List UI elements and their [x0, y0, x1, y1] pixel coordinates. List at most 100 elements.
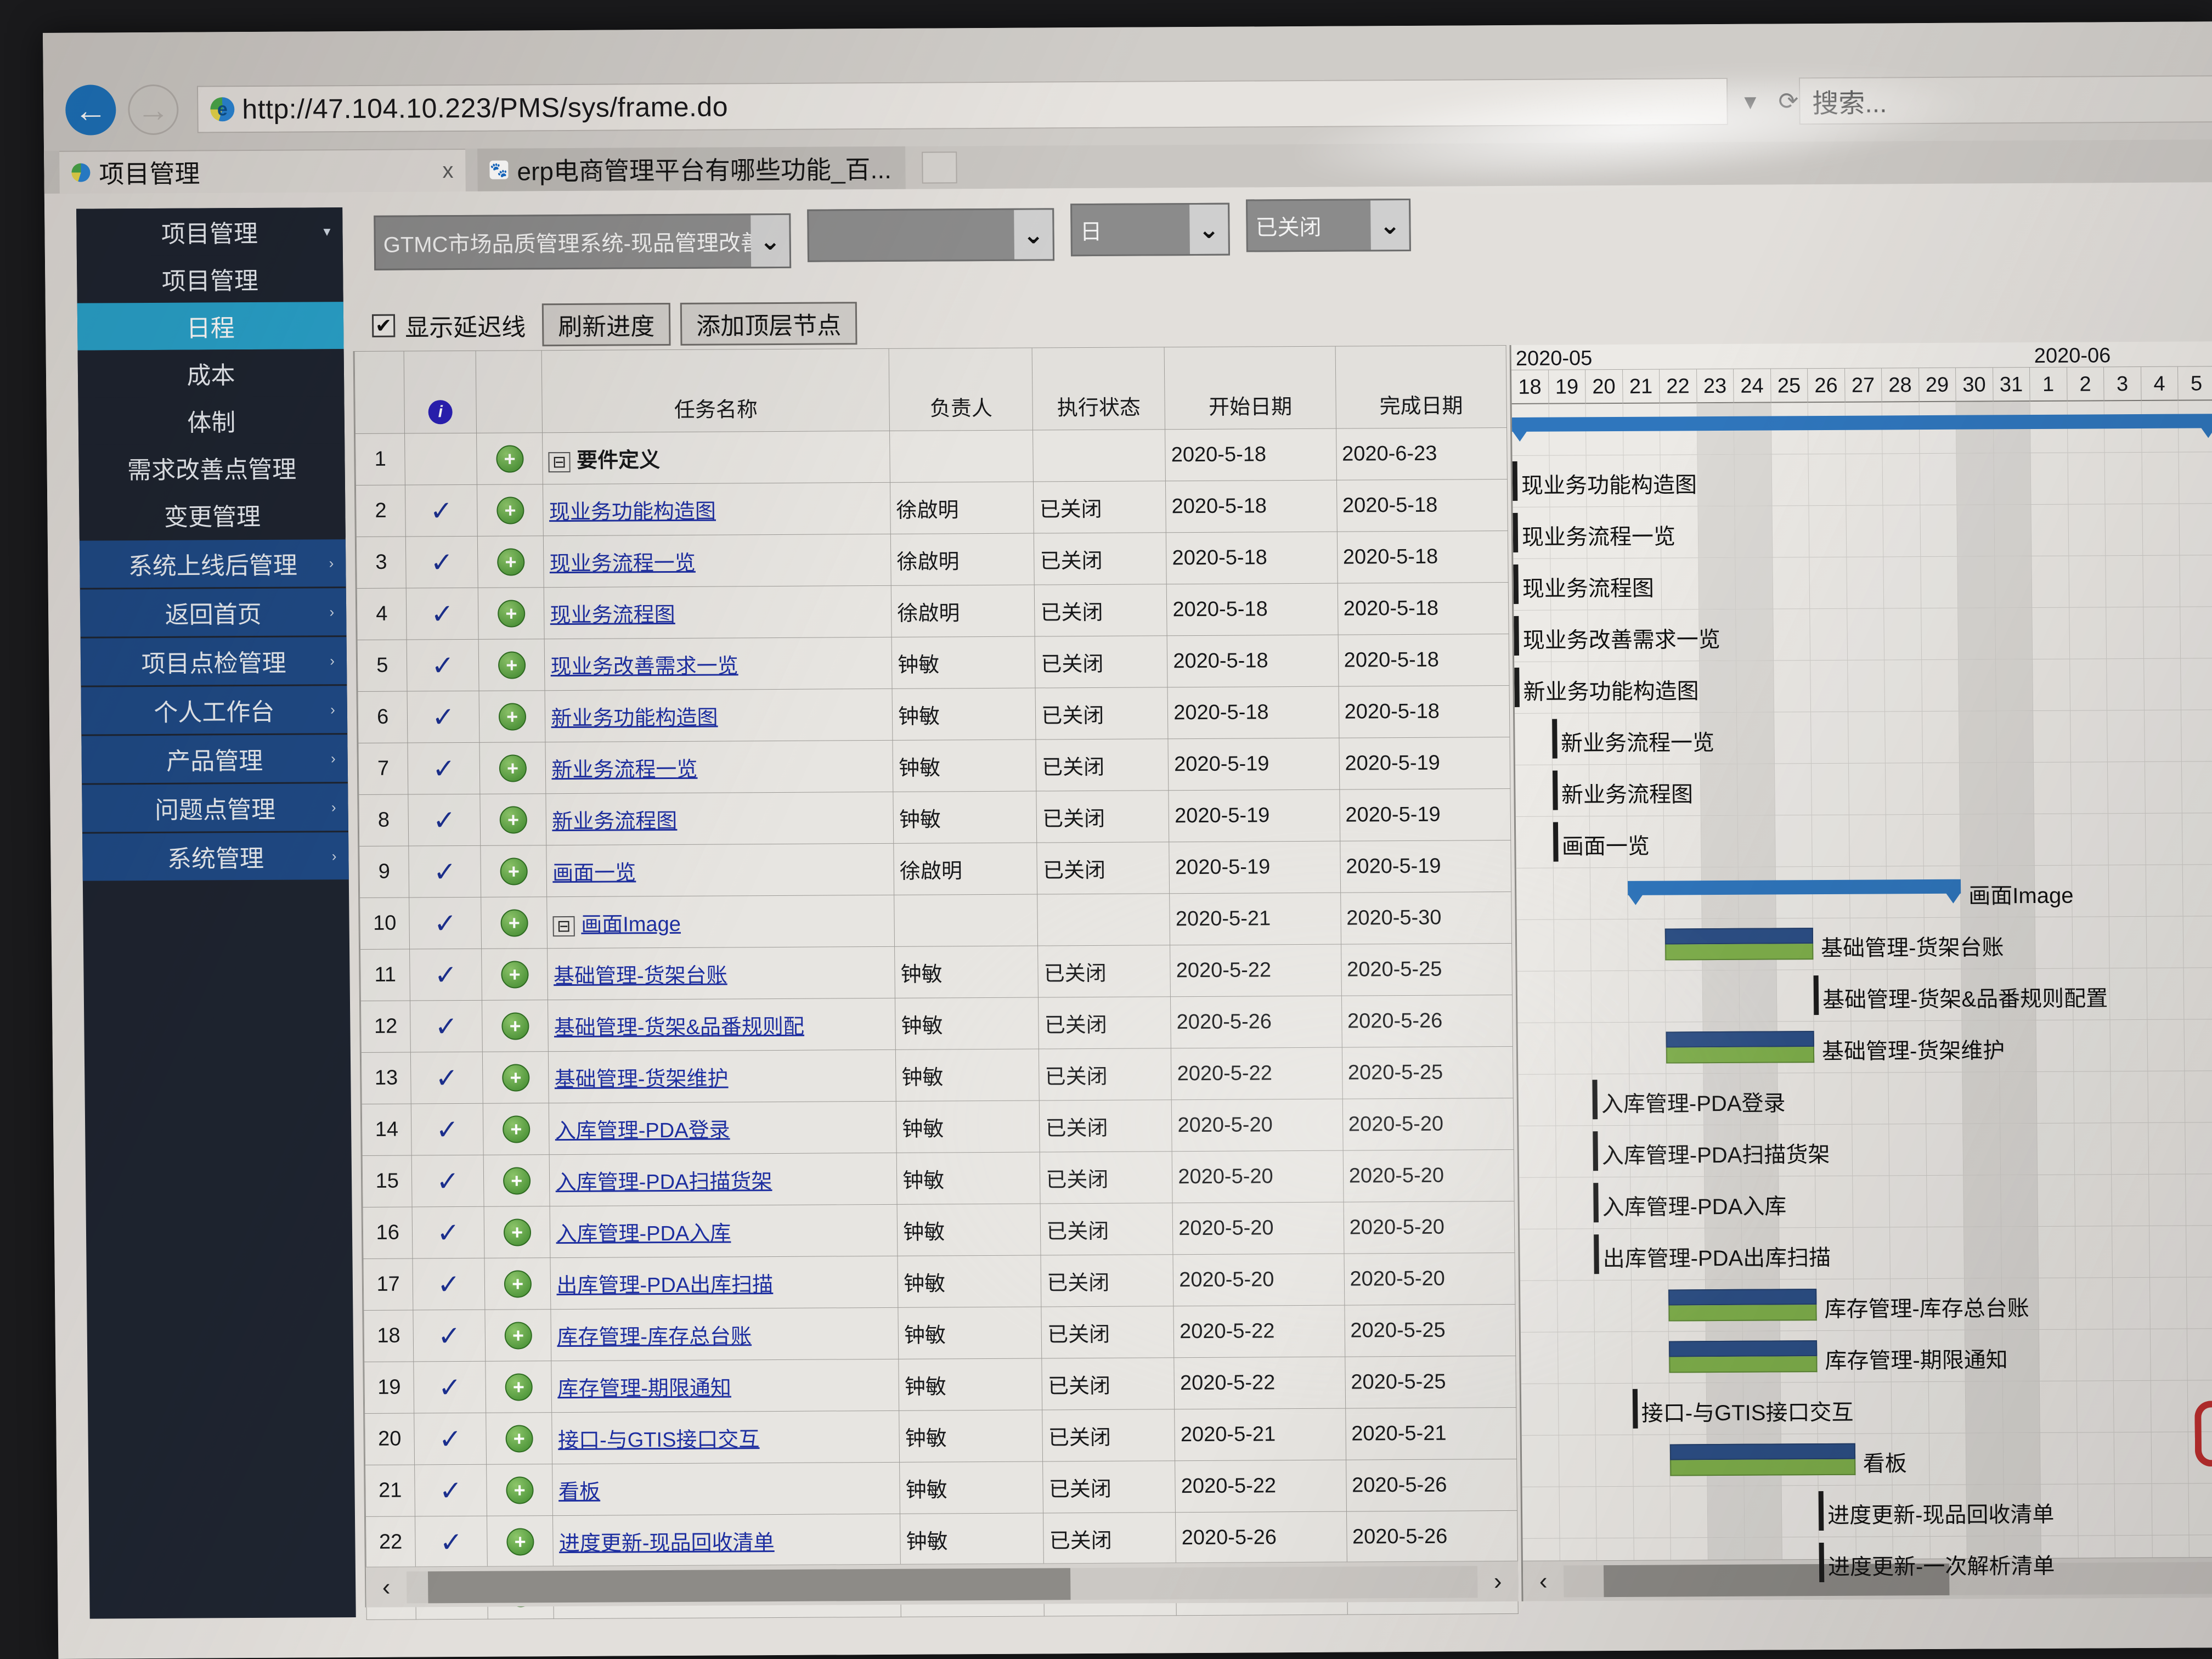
add-child-button[interactable]: + [479, 793, 547, 846]
header-end-date[interactable]: 完成日期 [1335, 345, 1507, 429]
scroll-left-arrow[interactable]: ‹ [366, 1573, 407, 1601]
add-child-button[interactable]: + [479, 742, 546, 794]
scroll-track[interactable] [406, 1565, 1478, 1604]
add-child-button[interactable]: + [477, 535, 544, 588]
task-name-link[interactable]: 基础管理-货架台账 [554, 964, 727, 988]
task-name-cell[interactable]: 库存管理-期限通知 [551, 1359, 899, 1413]
sidebar-item-5[interactable]: 体制 [78, 396, 345, 445]
task-name-cell[interactable]: 现业务流程一览 [543, 534, 891, 588]
table-row[interactable]: 6 ✓ + 新业务功能构造图 钟敏 已关闭 2020-5-18 2020-5-18 [358, 685, 1510, 743]
task-name-link[interactable]: 画面Image [581, 913, 681, 936]
add-child-button[interactable]: + [485, 1361, 552, 1413]
table-row[interactable]: 2 ✓ + 现业务功能构造图 徐啟明 已关闭 2020-5-18 2020-5-18 [356, 479, 1508, 537]
task-name-link[interactable]: 现业务功能构造图 [549, 500, 716, 524]
plus-icon[interactable]: + [498, 651, 526, 679]
task-name-cell[interactable]: 基础管理-货架维护 [548, 1049, 896, 1103]
gantt-milestone-marker[interactable] [1513, 512, 1519, 552]
plus-icon[interactable]: + [503, 1218, 531, 1246]
add-root-node-button[interactable]: 添加顶层节点 [680, 302, 857, 346]
plus-icon[interactable]: + [500, 909, 528, 937]
plus-icon[interactable]: + [506, 1527, 534, 1556]
info-icon[interactable]: i [428, 400, 453, 425]
gantt-milestone-marker[interactable] [1513, 564, 1519, 604]
table-row[interactable]: 7 ✓ + 新业务流程一览 钟敏 已关闭 2020-5-19 2020-5-19 [358, 737, 1510, 795]
plus-icon[interactable]: + [500, 960, 529, 989]
add-child-button[interactable]: + [477, 484, 544, 537]
table-row[interactable]: 11 ✓ + 基础管理-货架台账 钟敏 已关闭 2020-5-22 2020-5-25 [360, 943, 1513, 1001]
add-child-button[interactable]: + [484, 1309, 552, 1362]
task-name-cell[interactable]: 新业务流程一览 [545, 740, 893, 794]
chevron-right-icon[interactable]: › [329, 603, 334, 620]
show-delay-checkbox[interactable]: ✔ [371, 314, 396, 337]
plus-icon[interactable]: + [504, 1321, 532, 1350]
chevron-down-icon[interactable]: ⌄ [1014, 210, 1053, 259]
add-child-button[interactable]: + [486, 1464, 553, 1516]
sidebar-item-10[interactable]: 项目点检管理 › [80, 637, 347, 686]
task-name-link[interactable]: 库存管理-期限通知 [557, 1376, 731, 1401]
task-name-link[interactable]: 基础管理-货架维护 [555, 1067, 729, 1091]
tree-toggle-icon[interactable]: ⊟ [548, 452, 571, 473]
add-child-button[interactable]: + [481, 896, 548, 949]
task-name-cell[interactable]: 画面一览 [546, 843, 894, 897]
new-tab-button[interactable] [922, 151, 957, 184]
chevron-right-icon[interactable]: › [330, 652, 335, 669]
table-row[interactable]: 4 ✓ + 现业务流程图 徐啟明 已关闭 2020-5-18 2020-5-18 [357, 582, 1509, 640]
task-name-cell[interactable]: 接口-与GTIS接口交互 [552, 1410, 900, 1464]
chevron-down-icon[interactable]: ⌄ [751, 215, 790, 267]
add-child-button[interactable]: + [482, 1000, 549, 1052]
task-name-cell[interactable]: 进度更新-现品回收清单 [552, 1514, 901, 1567]
task-name-cell[interactable]: 基础管理-货架&品番规则配 [548, 998, 896, 1052]
table-row[interactable]: 22 ✓ + 进度更新-现品回收清单 钟敏 已关闭 2020-5-26 2020-5-26 [365, 1510, 1518, 1568]
gantt-task-bar[interactable] [1668, 1289, 1817, 1322]
gantt-milestone-marker[interactable] [1593, 1131, 1599, 1171]
sidebar-item-12[interactable]: 产品管理 › [81, 735, 348, 783]
task-name-cell[interactable]: 现业务功能构造图 [543, 482, 891, 536]
task-name-cell[interactable]: 现业务改善需求一览 [544, 637, 893, 691]
project-select[interactable]: GTMC市场品质管理系统-现品管理改善 ⌄ [374, 213, 792, 270]
chevron-down-icon[interactable]: ⌄ [1370, 200, 1409, 250]
gantt-task-bar[interactable] [1664, 928, 1814, 961]
plus-icon[interactable]: + [500, 857, 528, 885]
header-task-name[interactable]: 任务名称 [541, 348, 890, 433]
plus-icon[interactable]: + [505, 1424, 533, 1453]
gantt-milestone-marker[interactable] [1632, 1389, 1638, 1429]
time-unit-select[interactable]: 日 ⌄ [1070, 202, 1230, 257]
table-row[interactable]: 21 ✓ + 看板 钟敏 已关闭 2020-5-22 2020-5-26 [365, 1459, 1517, 1517]
chevron-down-icon[interactable]: ▾ [1733, 78, 1768, 125]
forward-arrow-icon[interactable]: → [127, 84, 179, 136]
table-row[interactable]: 15 ✓ + 入库管理-PDA扫描货架 钟敏 已关闭 2020-5-20 2020-5-20 [362, 1149, 1515, 1207]
gantt-milestone-marker[interactable] [1553, 822, 1559, 862]
chevron-right-icon[interactable]: › [330, 701, 335, 718]
task-name-link[interactable]: 现业务改善需求一览 [550, 654, 738, 679]
task-name-cell[interactable]: ⊟ 画面Image [547, 895, 895, 949]
tab-baidu-erp[interactable]: erp电商管理平台有哪些功能_百... [477, 146, 906, 191]
task-name-cell[interactable]: 现业务流程图 [544, 585, 892, 639]
sidebar-item-3[interactable]: 日程 [77, 302, 344, 351]
task-name-link[interactable]: 现业务流程一览 [550, 552, 696, 575]
task-name-link[interactable]: 新业务流程一览 [551, 758, 697, 782]
address-bar[interactable]: http://47.104.10.223/PMS/sys/frame.do [196, 77, 1728, 133]
gantt-milestone-marker[interactable] [1512, 461, 1518, 501]
task-name-cell[interactable]: 入库管理-PDA入库 [550, 1204, 898, 1258]
task-name-cell[interactable]: 新业务功能构造图 [545, 689, 893, 742]
back-arrow-icon[interactable]: ← [65, 84, 116, 136]
plus-icon[interactable]: + [503, 1166, 531, 1195]
add-child-button[interactable]: + [478, 690, 546, 743]
add-child-button[interactable]: + [483, 1206, 551, 1259]
add-child-button[interactable]: + [483, 1154, 550, 1207]
add-child-button[interactable]: + [484, 1257, 551, 1310]
plus-icon[interactable]: + [505, 1373, 533, 1401]
sidebar-item-2[interactable]: 项目管理 [76, 255, 343, 303]
header-owner[interactable]: 负责人 [889, 348, 1033, 431]
add-child-button[interactable]: + [482, 1051, 549, 1104]
scroll-thumb[interactable] [427, 1567, 1071, 1603]
gantt-task-bar[interactable] [1669, 1340, 1818, 1373]
chevron-right-icon[interactable]: › [329, 555, 334, 572]
gantt-task-bar[interactable] [1666, 1031, 1815, 1064]
gantt-milestone-marker[interactable] [1552, 770, 1558, 810]
task-name-link[interactable]: 新业务功能构造图 [551, 707, 718, 731]
scroll-right-arrow[interactable]: › [1477, 1567, 1518, 1595]
gantt-milestone-marker[interactable] [1551, 719, 1558, 759]
sidebar-item-13[interactable]: 问题点管理 › [82, 783, 348, 832]
task-name-link[interactable]: 库存管理-库存总台账 [557, 1325, 752, 1349]
